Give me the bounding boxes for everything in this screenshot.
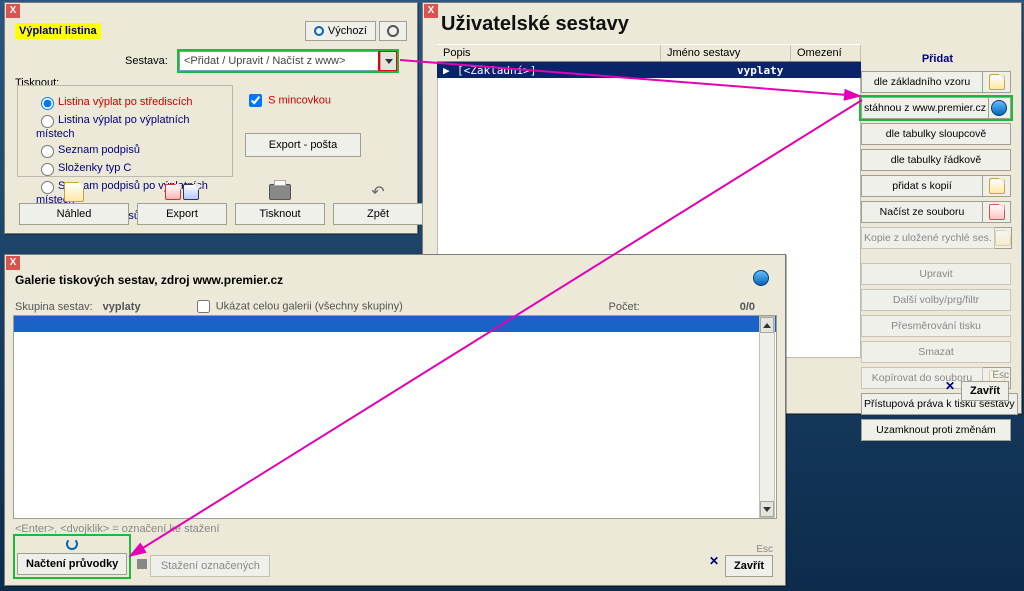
side-dle-tabulky-radkove[interactable]: dle tabulky řádkově bbox=[861, 149, 1011, 171]
close-esc-hint: Esc bbox=[725, 544, 773, 555]
sestava-dropdown-arrow[interactable] bbox=[380, 52, 396, 70]
nahled-button[interactable]: Náhled bbox=[19, 203, 129, 225]
close-button[interactable]: Zavřít bbox=[961, 381, 1009, 401]
tisknout-options: Listina výplat po střediscích Listina vý… bbox=[17, 85, 233, 177]
pridat-heading: Přidat bbox=[922, 53, 953, 65]
payroll-title: Výplatní listina bbox=[15, 23, 101, 39]
page-title: Uživatelské sestavy bbox=[441, 13, 1009, 36]
side-dalsi-volby: Další volby/prg/filtr bbox=[861, 289, 1011, 311]
radio-vyplatnich-mistech[interactable]: Listina výplat po výplatních místech bbox=[36, 112, 224, 140]
preview-icon bbox=[64, 182, 84, 202]
row-arrow-icon: ▶ bbox=[437, 64, 451, 77]
gear-icon bbox=[387, 25, 399, 37]
scroll-down[interactable] bbox=[760, 501, 774, 517]
zpet-button[interactable]: Zpět bbox=[333, 203, 423, 225]
export-posta-button[interactable]: Export - pošta bbox=[245, 133, 361, 157]
gallery-hint: <Enter>, <dvojklik> = označení ke stažen… bbox=[15, 523, 220, 535]
side-nacist-ze-souboru[interactable]: Načíst ze souboru bbox=[861, 201, 1011, 223]
side-uzamknout[interactable]: Uzamknout proti změnám bbox=[861, 419, 1011, 441]
pocet-label: Počet: bbox=[609, 301, 640, 313]
scroll-up[interactable] bbox=[760, 317, 774, 333]
doc-icon bbox=[183, 184, 199, 200]
pdf-icon bbox=[165, 184, 181, 200]
mincovka-check[interactable]: S mincovkou bbox=[245, 91, 331, 110]
report-table-header: Popis Jméno sestavy Omezení bbox=[437, 44, 861, 62]
back-icon: ↶ bbox=[371, 182, 384, 202]
skupina-value: vyplaty bbox=[103, 301, 183, 313]
printer-icon bbox=[269, 184, 291, 200]
close-esc-hint: Esc bbox=[961, 370, 1009, 381]
col-popis: Popis bbox=[437, 45, 661, 61]
close-x-icon: ✕ bbox=[945, 379, 955, 393]
report-table-row-selected[interactable]: ▶ [<Základní>] vyplaty bbox=[437, 62, 861, 78]
close-icon[interactable]: X bbox=[6, 4, 20, 18]
vychozi-button[interactable]: Výchozí bbox=[305, 21, 376, 41]
sestava-value: <Přidat / Upravit / Načíst z www> bbox=[180, 55, 380, 67]
close-x-icon: ✕ bbox=[709, 554, 719, 568]
side-dle-tabulky-sloupcove[interactable]: dle tabulky sloupcově bbox=[861, 123, 1011, 145]
side-dle-zakladniho-vzoru[interactable]: dle základního vzoru bbox=[861, 71, 1011, 93]
stazeni-oznacenych-button: Stažení označených bbox=[150, 555, 270, 577]
side-presmerovani-tisku: Přesměrování tisku bbox=[861, 315, 1011, 337]
side-upravit: Upravit bbox=[861, 263, 1011, 285]
globe-icon bbox=[753, 270, 769, 286]
side-stahnout-z-premier[interactable]: stáhnou z www.premier.cz bbox=[861, 97, 1011, 119]
window-gallery: X Galerie tiskových sestav, zdroj www.pr… bbox=[4, 254, 786, 586]
skupina-label: Skupina sestav: bbox=[15, 301, 93, 313]
side-pridat-s-kopii[interactable]: přidat s kopií bbox=[861, 175, 1011, 197]
floppy-icon bbox=[989, 204, 1005, 220]
radio-seznam-podpisu[interactable]: Seznam podpisů bbox=[36, 142, 224, 158]
col-omezeni: Omezení bbox=[791, 45, 861, 61]
target-icon bbox=[314, 26, 324, 36]
close-icon[interactable]: X bbox=[6, 256, 20, 270]
globe-icon bbox=[991, 100, 1007, 116]
file-icon bbox=[995, 230, 1011, 246]
side-smazat: Smazat bbox=[861, 341, 1011, 363]
gallery-list[interactable] bbox=[13, 315, 777, 519]
gear-button[interactable] bbox=[379, 21, 407, 41]
side-kopie-z-ulozene: Kopie z uložené rychlé ses. bbox=[861, 227, 1011, 249]
col-jmeno: Jméno sestavy bbox=[661, 45, 791, 61]
sestava-label: Sestava: bbox=[125, 55, 168, 67]
close-icon[interactable]: X bbox=[424, 4, 438, 18]
tisknout-button[interactable]: Tisknout bbox=[235, 203, 325, 225]
file-icon bbox=[989, 74, 1005, 90]
refresh-icon bbox=[66, 538, 78, 550]
copy-icon bbox=[989, 178, 1005, 194]
nacteni-pruvodky-button[interactable]: Načtení průvodky bbox=[17, 553, 127, 575]
download-icon bbox=[137, 559, 147, 569]
sestava-dropdown[interactable]: <Přidat / Upravit / Načíst z www> bbox=[179, 51, 397, 71]
ukazat-vse-check[interactable]: Ukázat celou galerii (všechny skupiny) bbox=[193, 297, 403, 316]
close-button[interactable]: Zavřít bbox=[725, 555, 773, 577]
pocet-value: 0/0 bbox=[740, 301, 775, 313]
radio-strediscich[interactable]: Listina výplat po střediscích bbox=[36, 94, 224, 110]
gallery-title: Galerie tiskových sestav, zdroj www.prem… bbox=[15, 273, 283, 287]
radio-slozenky[interactable]: Složenky typ C bbox=[36, 160, 224, 176]
window-payroll: X Výplatní listina Výchozí Sestava: <Při… bbox=[4, 2, 418, 234]
export-button[interactable]: Export bbox=[137, 203, 227, 225]
